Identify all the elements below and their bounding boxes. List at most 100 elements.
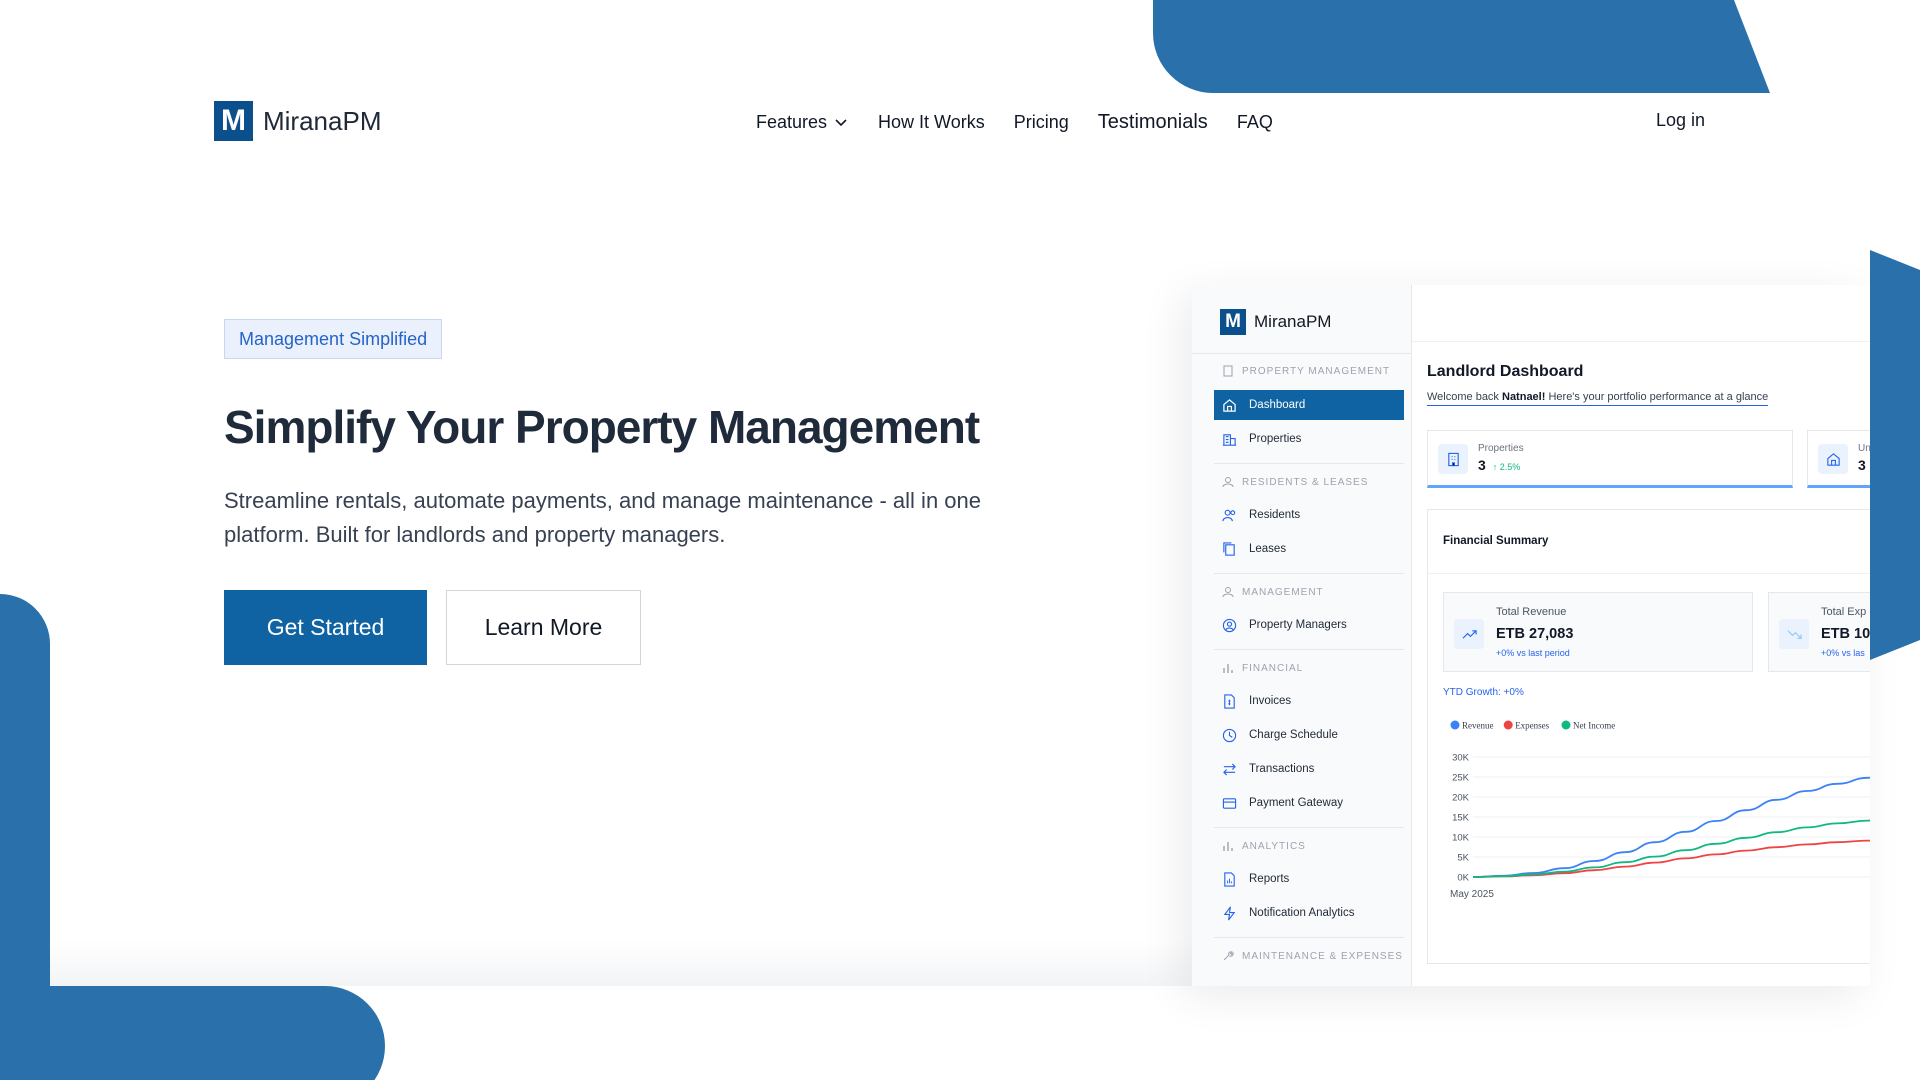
main-nav: Features How It Works Pricing Testimonia… bbox=[756, 108, 1302, 136]
get-started-button[interactable]: Get Started bbox=[224, 590, 427, 665]
sidebar-item-charge-schedule[interactable]: Charge Schedule bbox=[1214, 720, 1404, 750]
financial-summary-panel: Financial Summary Total Revenue ETB 27,0… bbox=[1427, 509, 1870, 964]
dashboard-preview: M MiranaPM PROPERTY MANAGEMENT Dashboard… bbox=[1192, 285, 1870, 986]
preview-logo-mark-icon: M bbox=[1220, 309, 1246, 335]
sidebar-item-label: Reports bbox=[1249, 873, 1290, 885]
bar-chart-icon bbox=[1223, 842, 1233, 851]
section-management: MANAGEMENT bbox=[1222, 586, 1324, 598]
sidebar-item-transactions[interactable]: Transactions bbox=[1214, 754, 1404, 784]
card-value-number: 3 bbox=[1478, 457, 1486, 473]
sidebar-item-label: Leases bbox=[1249, 543, 1287, 555]
section-analytics: ANALYTICS bbox=[1222, 840, 1306, 852]
stat-card-units: Un 3 bbox=[1807, 430, 1870, 488]
sidebar-item-label: Notification Analytics bbox=[1249, 907, 1355, 919]
nav-features[interactable]: Features bbox=[756, 112, 849, 133]
stat-label: Total Revenue bbox=[1496, 606, 1567, 618]
sidebar-item-property-managers[interactable]: Property Managers bbox=[1214, 610, 1404, 640]
stat-change: +0% vs las bbox=[1821, 648, 1865, 658]
nav-features-label: Features bbox=[756, 111, 828, 132]
welcome-user: Natnael! bbox=[1502, 391, 1546, 403]
section-title: ANALYTICS bbox=[1242, 840, 1306, 852]
trending-up-icon bbox=[1462, 629, 1477, 639]
sidebar-item-dashboard[interactable]: Dashboard bbox=[1214, 390, 1404, 420]
welcome-prefix: Welcome back bbox=[1427, 391, 1499, 403]
financial-line-chart: Revenue Expenses Net Income 30K 25K 20K 15K 10K… bbox=[1450, 720, 1870, 900]
section-residents-leases: RESIDENTS & LEASES bbox=[1222, 476, 1368, 488]
divider bbox=[1214, 827, 1404, 828]
clock-icon bbox=[1222, 728, 1237, 742]
decor-blob-left bbox=[0, 594, 50, 994]
stat-value: ETB 10, bbox=[1821, 626, 1870, 642]
decor-blob-bottom bbox=[0, 986, 385, 1080]
nav-how-it-works[interactable]: How It Works bbox=[878, 112, 985, 133]
stat-total-revenue: Total Revenue ETB 27,083 +0% vs last per… bbox=[1443, 592, 1753, 672]
series-line-net-income bbox=[1472, 819, 1870, 878]
wrench-icon bbox=[1223, 951, 1234, 961]
stat-total-expenses: Total Exp ETB 10, +0% vs las bbox=[1768, 592, 1870, 672]
learn-more-button[interactable]: Learn More bbox=[446, 590, 641, 665]
building-icon bbox=[1223, 365, 1233, 377]
hero-title: Simplify Your Property Management bbox=[224, 401, 980, 453]
divider bbox=[1214, 573, 1404, 574]
card-label: Un bbox=[1858, 443, 1870, 454]
site-logo[interactable]: M MiranaPM bbox=[214, 101, 381, 141]
y-tick-label: 0K bbox=[1457, 873, 1469, 884]
sidebar-item-label: Transactions bbox=[1249, 763, 1315, 775]
section-title: PROPERTY MANAGEMENT bbox=[1242, 365, 1391, 377]
nav-faq[interactable]: FAQ bbox=[1237, 112, 1273, 133]
trending-down-icon bbox=[1787, 629, 1802, 639]
sidebar-item-properties[interactable]: Properties bbox=[1214, 424, 1404, 454]
stat-label: Total Exp bbox=[1821, 606, 1867, 618]
hero-badge: Management Simplified bbox=[224, 319, 443, 359]
decor-blob-right bbox=[1870, 250, 1920, 660]
bolt-icon bbox=[1223, 906, 1236, 920]
y-tick-label: 20K bbox=[1452, 793, 1470, 804]
stat-card-properties: Properties 3 ↑ 2.5% bbox=[1427, 430, 1793, 488]
legend-marker bbox=[1503, 720, 1513, 730]
section-maintenance-expenses: MAINTENANCE & EXPENSES bbox=[1222, 950, 1403, 962]
preview-logo: M MiranaPM bbox=[1220, 309, 1331, 335]
sidebar-item-residents[interactable]: Residents bbox=[1214, 500, 1404, 530]
sidebar-item-label: Dashboard bbox=[1249, 399, 1306, 411]
home-icon bbox=[1223, 398, 1236, 412]
sidebar-item-label: Residents bbox=[1249, 509, 1301, 521]
card-change: ↑ 2.5% bbox=[1492, 462, 1521, 472]
sidebar-item-label: Payment Gateway bbox=[1249, 797, 1343, 809]
sidebar-item-payment-gateway[interactable]: Payment Gateway bbox=[1214, 788, 1404, 818]
bar-chart-icon bbox=[1223, 664, 1233, 673]
dashboard-title: Landlord Dashboard bbox=[1427, 363, 1584, 380]
nav-testimonials[interactable]: Testimonials bbox=[1098, 111, 1208, 134]
home-icon bbox=[1826, 452, 1840, 466]
stat-value: ETB 27,083 bbox=[1496, 626, 1574, 642]
users-icon bbox=[1222, 509, 1236, 521]
legend-label: Revenue bbox=[1462, 721, 1494, 731]
logo-mark-icon: M bbox=[214, 101, 253, 141]
card-icon-wrap bbox=[1438, 444, 1468, 474]
card-icon bbox=[1222, 797, 1237, 809]
login-link[interactable]: Log in bbox=[1656, 110, 1705, 131]
sidebar-item-leases[interactable]: Leases bbox=[1214, 534, 1404, 564]
nav-pricing[interactable]: Pricing bbox=[1014, 112, 1069, 133]
sidebar-item-label: Property Managers bbox=[1249, 619, 1347, 631]
series-line-expenses bbox=[1472, 839, 1870, 878]
financial-summary-title: Financial Summary bbox=[1443, 535, 1549, 547]
stat-icon-wrap bbox=[1454, 619, 1484, 649]
card-icon-wrap bbox=[1818, 444, 1848, 474]
section-financial: FINANCIAL bbox=[1222, 662, 1303, 674]
sidebar-item-invoices[interactable]: Invoices bbox=[1214, 686, 1404, 716]
report-icon bbox=[1224, 871, 1235, 887]
logo-text: MiranaPM bbox=[263, 105, 382, 136]
stat-change: +0% vs last period bbox=[1496, 648, 1570, 658]
section-title: RESIDENTS & LEASES bbox=[1242, 476, 1369, 488]
y-tick-label: 25K bbox=[1452, 773, 1470, 784]
preview-main: Landlord Dashboard Welcome back Natnael!… bbox=[1412, 285, 1870, 986]
welcome-suffix: Here's your portfolio performance at a g… bbox=[1548, 391, 1769, 403]
preview-logo-text: MiranaPM bbox=[1254, 312, 1332, 331]
welcome-message: Welcome back Natnael! Here's your portfo… bbox=[1427, 391, 1769, 406]
sidebar-item-notification-analytics[interactable]: Notification Analytics bbox=[1214, 898, 1404, 928]
sidebar-item-reports[interactable]: Reports bbox=[1214, 864, 1404, 894]
divider bbox=[1214, 937, 1404, 938]
card-value: 3 ↑ 2.5% bbox=[1478, 457, 1520, 473]
x-tick-label: May 2025 bbox=[1450, 889, 1494, 900]
sidebar-item-label: Charge Schedule bbox=[1249, 729, 1338, 741]
